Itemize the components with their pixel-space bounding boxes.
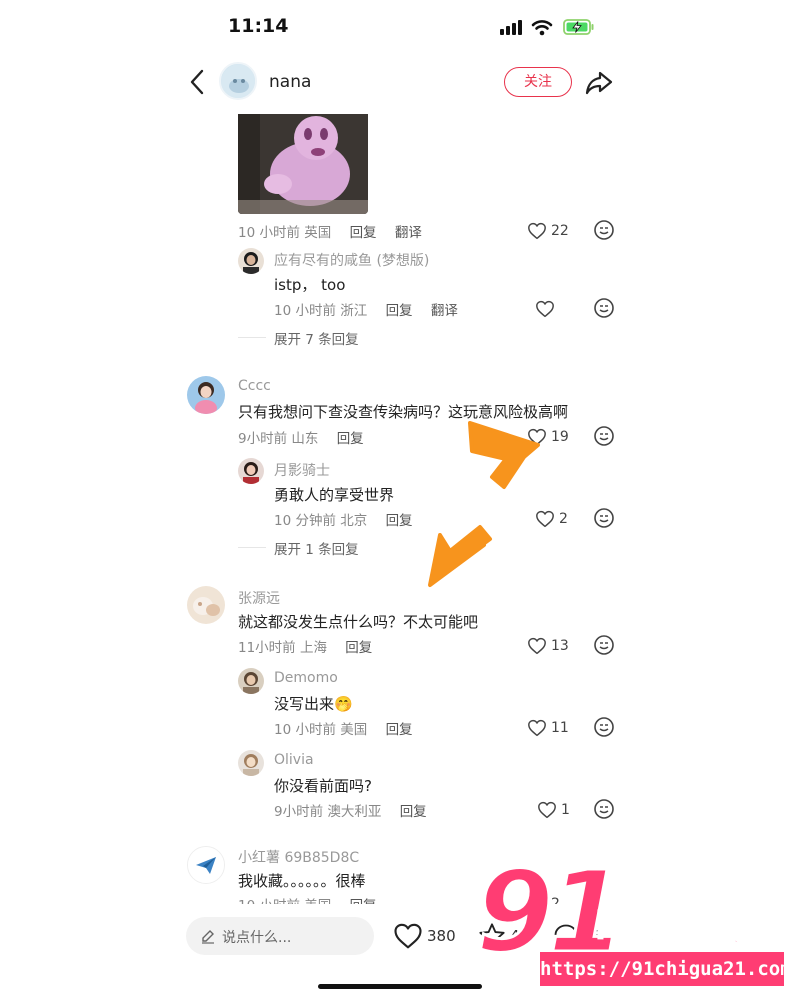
signal-icon — [500, 20, 522, 35]
like-button[interactable]: 1 — [537, 799, 597, 823]
heart-icon — [528, 719, 546, 737]
emoji-reaction-icon[interactable] — [593, 716, 615, 738]
reply-meta: 10 小时前 浙江 回复 翻译 — [274, 299, 458, 319]
emoji-reaction-icon[interactable] — [593, 425, 615, 447]
reply-text: 没写出来🤭 — [274, 695, 353, 713]
like-count: 13 — [551, 638, 569, 654]
reply-meta: 10 分钟前 北京 回复 — [274, 509, 413, 529]
reply-text: 你没看前面吗? — [274, 777, 372, 795]
heart-icon — [528, 222, 546, 240]
emoji-reaction-icon[interactable] — [593, 507, 615, 529]
reply-text: 勇敢人的享受世界 — [274, 486, 395, 504]
pencil-icon — [202, 930, 214, 944]
translate-button[interactable]: 翻译 — [431, 303, 458, 319]
status-time: 11:14 — [228, 15, 289, 37]
wifi-icon — [531, 20, 553, 36]
expand-replies-button[interactable]: 展开 1 条回复 — [274, 538, 359, 558]
arrow-annotations — [428, 421, 540, 587]
reply-time: 10 分钟前 北京 — [274, 513, 368, 529]
reply-button[interactable]: 回复 — [386, 513, 413, 529]
comment-time: 9小时前 山东 — [238, 431, 319, 447]
like-button[interactable]: 11 — [527, 717, 587, 741]
comment-time: 11小时前 上海 — [238, 640, 327, 656]
like-button[interactable]: 13 — [527, 635, 587, 659]
status-icons — [498, 16, 598, 38]
comment-meta: 11小时前 上海 回复 — [238, 636, 372, 656]
reply-username[interactable]: 应有尽有的咸鱼 (梦想版) — [274, 250, 429, 270]
comment-meta: 10 小时前 英国 回复 翻译 — [238, 221, 422, 241]
like-count: 22 — [551, 223, 569, 239]
comment-text: 我收藏。。。。。。很棒 — [238, 872, 366, 890]
comment-username[interactable]: 小红薯 69B85D8C — [238, 847, 359, 867]
emoji-reaction-icon[interactable] — [593, 219, 615, 241]
translate-button[interactable]: 翻译 — [395, 225, 422, 241]
reply-time: 9小时前 澳大利亚 — [274, 804, 382, 820]
back-icon[interactable] — [186, 66, 210, 98]
share-icon[interactable] — [584, 68, 614, 96]
heart-icon — [536, 300, 554, 318]
home-indicator — [318, 984, 482, 989]
avatar[interactable] — [187, 376, 225, 414]
avatar[interactable] — [238, 458, 264, 484]
reply-time: 10 小时前 美国 — [274, 722, 368, 738]
reply-text: istp， too — [274, 276, 346, 294]
heart-icon — [528, 637, 546, 655]
arrow-up-icon — [468, 421, 540, 489]
emoji-reaction-icon[interactable] — [593, 297, 615, 319]
comment-text: 就这都没发生点什么吗？不太可能吧 — [238, 613, 479, 631]
reply-username[interactable]: Demomo — [274, 670, 338, 686]
comment-image[interactable] — [238, 114, 368, 214]
expand-replies-button[interactable]: 展开 7 条回复 — [274, 328, 359, 348]
divider — [238, 547, 266, 548]
comment-time: 10 小时前 英国 — [238, 225, 332, 241]
avatar[interactable] — [238, 750, 264, 776]
arrow-down-icon — [428, 525, 492, 587]
comment-username[interactable]: Cccc — [238, 378, 271, 394]
reply-username[interactable]: 月影骑士 — [274, 460, 330, 480]
like-count: 1 — [561, 802, 570, 818]
reply-button[interactable]: 回复 — [400, 804, 427, 820]
avatar[interactable] — [238, 668, 264, 694]
like-button[interactable] — [535, 298, 595, 322]
avatar[interactable] — [238, 248, 264, 274]
heart-icon — [538, 801, 556, 819]
reply-button[interactable]: 回复 — [386, 722, 413, 738]
reply-button[interactable]: 回复 — [350, 225, 377, 241]
reply-button[interactable]: 回复 — [386, 303, 413, 319]
battery-icon — [563, 19, 594, 35]
post-like-button[interactable]: 380 — [393, 920, 463, 952]
paper-plane-icon — [188, 847, 224, 883]
comment-meta: 9小时前 山东 回复 — [238, 427, 364, 447]
avatar[interactable] — [187, 586, 225, 624]
author-name[interactable]: nana — [269, 72, 311, 92]
like-button[interactable]: 22 — [527, 220, 587, 244]
reply-meta: 9小时前 澳大利亚 回复 — [274, 800, 427, 820]
author-avatar[interactable] — [219, 62, 257, 100]
like-count: 19 — [551, 429, 569, 445]
comment-input-placeholder: 说点什么... — [222, 930, 292, 946]
comment-input[interactable]: 说点什么... — [186, 917, 374, 955]
divider — [238, 337, 266, 338]
follow-button[interactable]: 关注 — [504, 67, 572, 97]
watermark-logo-text: 吃瓜中心 — [595, 904, 764, 952]
reply-button[interactable]: 回复 — [345, 640, 372, 656]
avatar[interactable] — [187, 846, 225, 884]
reply-time: 10 小时前 浙江 — [274, 303, 368, 319]
emoji-reaction-icon[interactable] — [593, 798, 615, 820]
comment-username[interactable]: 张源远 — [238, 588, 280, 608]
like-count: 11 — [551, 720, 569, 736]
reply-meta: 10 小时前 美国 回复 — [274, 718, 413, 738]
reply-username[interactable]: Olivia — [274, 752, 314, 768]
post-like-count: 380 — [427, 927, 456, 945]
heart-icon — [394, 923, 422, 949]
emoji-reaction-icon[interactable] — [593, 634, 615, 656]
reply-button[interactable]: 回复 — [337, 431, 364, 447]
like-count: 2 — [559, 511, 568, 527]
watermark-url: https://91chigua21.com — [540, 952, 792, 986]
